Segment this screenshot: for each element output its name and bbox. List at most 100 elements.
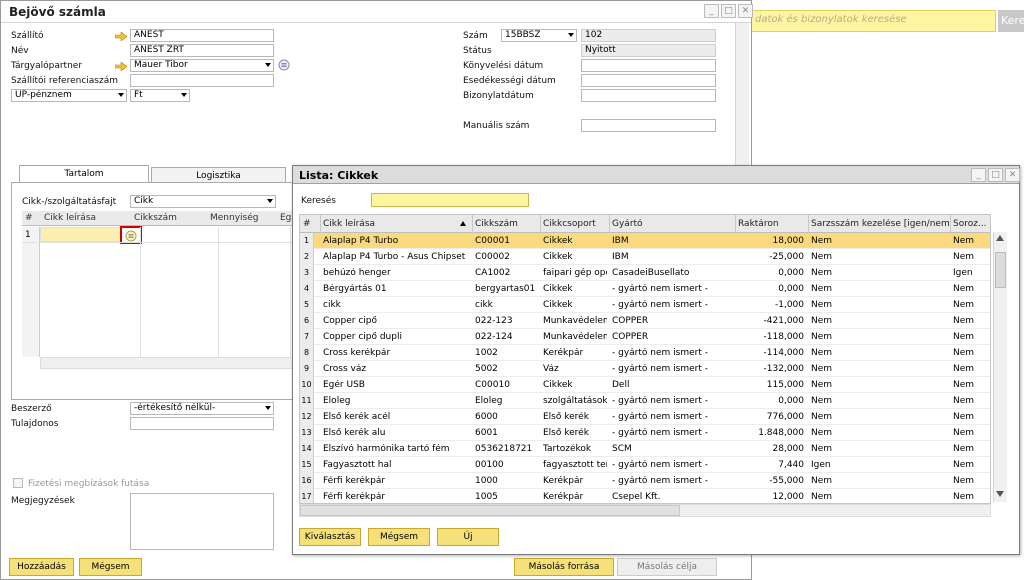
table-row[interactable]: 14 Elszívó harmónika tartó fém 0536218721 T… — [300, 441, 990, 457]
table-row[interactable]: 2 Alaplap P4 Turbo - Asus Chipset C00002 Ci… — [300, 249, 990, 265]
column-header[interactable]: Cikkszám — [475, 219, 541, 229]
close-icon[interactable]: ✕ — [1005, 168, 1020, 182]
table-header: # Cikk leírása Cikkszám Cikkcsoport Gyártó Ra… — [300, 215, 990, 233]
doc-number-field[interactable]: 102 — [581, 29, 716, 42]
table-row[interactable]: 1 Alaplap P4 Turbo C00001 Cikkek IBM 18,000 Ne… — [300, 233, 990, 249]
payment-run-checkbox[interactable] — [13, 478, 23, 488]
minimize-icon[interactable]: _ — [704, 4, 719, 18]
link-arrow-icon[interactable] — [115, 62, 127, 71]
maximize-icon[interactable]: □ — [721, 4, 736, 18]
name-field[interactable]: ANEST ZRT — [130, 44, 274, 57]
sort-ascending-icon — [460, 221, 466, 226]
table-row[interactable]: 11 Eloleg Eloleg szolgáltatások - gyártó nem… — [300, 393, 990, 409]
table-row[interactable]: 13 Első kerék alu 6001 Első kerék - gyártó n… — [300, 425, 990, 441]
table-cell: Nem — [953, 444, 975, 454]
due-date-field[interactable] — [581, 74, 716, 87]
table-row[interactable]: 12 Első kerék acél 6000 Első kerék - gyártó … — [300, 409, 990, 425]
table-cell: - gyártó nem ismert - — [612, 476, 708, 486]
tab-content[interactable]: Tartalom — [19, 165, 149, 183]
table-row[interactable]: 3 behúzó henger CA1002 faipari gép opci Casa… — [300, 265, 990, 281]
table-row[interactable]: 4 Bérgyártás 01 bergyartas01 Cikkek - gyártó… — [300, 281, 990, 297]
table-row[interactable]: 17 Férfi kerékpár 1005 Kerékpár Csepel Kft. 1… — [300, 489, 990, 503]
column-separator[interactable] — [540, 215, 541, 233]
supplier-label: Szállító — [11, 31, 44, 41]
row-number: 5 — [300, 297, 314, 313]
dialog-cancel-button[interactable]: Mégsem — [368, 528, 430, 546]
table-row[interactable]: 16 Férfi kerékpár 1000 Kerékpár - gyártó nem… — [300, 473, 990, 489]
items-grid[interactable]: 1 — [22, 226, 298, 357]
column-header[interactable]: # — [303, 219, 317, 229]
search-input[interactable] — [371, 193, 529, 207]
table-cell: C00001 — [475, 236, 510, 246]
currency-select[interactable]: Ft — [130, 89, 190, 102]
global-search-button[interactable]: Kere — [998, 10, 1024, 32]
close-icon[interactable]: ✕ — [738, 4, 753, 18]
table-row[interactable]: 10 Egér USB C00010 Cikkek Dell 115,000 Nem Nem — [300, 377, 990, 393]
table-cell: 18,000 — [772, 236, 805, 246]
table-vscrollbar[interactable] — [993, 232, 1007, 502]
currency-type-select[interactable]: ÜP-pénznem — [11, 89, 127, 102]
table-cell: Elszívó harmónika tartó fém — [323, 444, 450, 454]
scroll-down-icon[interactable] — [996, 491, 1004, 497]
document-date-field[interactable] — [581, 89, 716, 102]
table-cell: 5002 — [475, 364, 498, 374]
column-header[interactable]: Sarzsszám kezelése [igen/nem] — [811, 219, 951, 229]
add-button[interactable]: Hozzáadás — [9, 558, 74, 576]
list-icon[interactable] — [278, 59, 290, 71]
table-cell: Nem — [953, 396, 975, 406]
table-hscrollbar[interactable] — [299, 504, 991, 517]
column-header[interactable]: Cikk leírása — [323, 219, 473, 229]
supplier-field[interactable]: ANEST — [130, 29, 274, 42]
column-header[interactable]: Cikkcsoport — [543, 219, 611, 229]
table-row[interactable]: 9 Cross váz 5002 Váz - gyártó nem ismert - -1… — [300, 361, 990, 377]
table-cell: behúzó henger — [323, 268, 391, 278]
new-button[interactable]: Új — [437, 528, 499, 546]
item-type-select[interactable]: Cikk — [130, 195, 276, 208]
remarks-textarea[interactable] — [130, 493, 274, 550]
column-header[interactable]: Soroz... — [953, 219, 990, 229]
column-separator[interactable] — [320, 215, 321, 233]
minimize-icon[interactable]: _ — [971, 168, 986, 182]
buyer-select[interactable]: -értékesítő nélkül- — [130, 402, 274, 415]
maximize-icon[interactable]: □ — [988, 168, 1003, 182]
link-arrow-icon[interactable] — [115, 32, 127, 41]
posting-date-field[interactable] — [581, 59, 716, 72]
scroll-thumb[interactable] — [995, 252, 1006, 288]
copy-from-button[interactable]: Másolás forrása — [514, 558, 614, 576]
global-search-input[interactable]: datok és bizonylatok keresése — [750, 10, 996, 32]
copy-to-button[interactable]: Másolás célja — [617, 558, 717, 576]
column-separator[interactable] — [808, 215, 809, 233]
select-button[interactable]: Kiválasztás — [299, 528, 361, 546]
column-header[interactable]: Raktáron — [738, 219, 808, 229]
main-scrollbar[interactable] — [735, 23, 749, 168]
table-row[interactable]: 6 Copper cipő 022-123 Munkavédelem COPPER -42… — [300, 313, 990, 329]
grid-hscrollbar[interactable] — [40, 357, 298, 369]
column-header[interactable]: Gyártó — [612, 219, 736, 229]
supplier-ref-field[interactable] — [130, 74, 274, 87]
column-separator[interactable] — [609, 215, 610, 233]
table-row[interactable]: 5 cikk cikk Cikkek - gyártó nem ismert - -1,0… — [300, 297, 990, 313]
table-cell: Nem — [953, 348, 975, 358]
item-list-dialog: Lista: Cikkek _ □ ✕ Keresés # Cikk leírás… — [292, 165, 1020, 555]
owner-field[interactable] — [130, 417, 274, 430]
series-select[interactable]: 15BBSZ — [501, 29, 577, 42]
owner-label: Tulajdonos — [11, 419, 59, 429]
hscroll-thumb[interactable] — [300, 505, 680, 516]
status-label: Státus — [463, 46, 492, 56]
column-separator[interactable] — [735, 215, 736, 233]
row-number: 9 — [300, 361, 314, 377]
table-cell: Nem — [811, 396, 833, 406]
table-cell: 1002 — [475, 348, 498, 358]
payment-run-label: Fizetési megbízások futása — [28, 479, 150, 489]
scroll-up-icon[interactable] — [996, 235, 1004, 241]
table-cell: Bérgyártás 01 — [323, 284, 387, 294]
list-icon[interactable] — [125, 230, 137, 242]
cancel-button[interactable]: Mégsem — [79, 558, 142, 576]
table-row[interactable]: 7 Copper cipő dupli 022-124 Munkavédelem COP… — [300, 329, 990, 345]
column-separator[interactable] — [950, 215, 951, 233]
table-row[interactable]: 15 Fagyasztott hal 00100 fagyasztott teng - … — [300, 457, 990, 473]
contact-person-select[interactable]: Mauer Tibor — [130, 59, 274, 72]
manual-number-field[interactable] — [581, 119, 716, 132]
table-row[interactable]: 8 Cross kerékpár 1002 Kerékpár - gyártó nem … — [300, 345, 990, 361]
column-separator[interactable] — [472, 215, 473, 233]
